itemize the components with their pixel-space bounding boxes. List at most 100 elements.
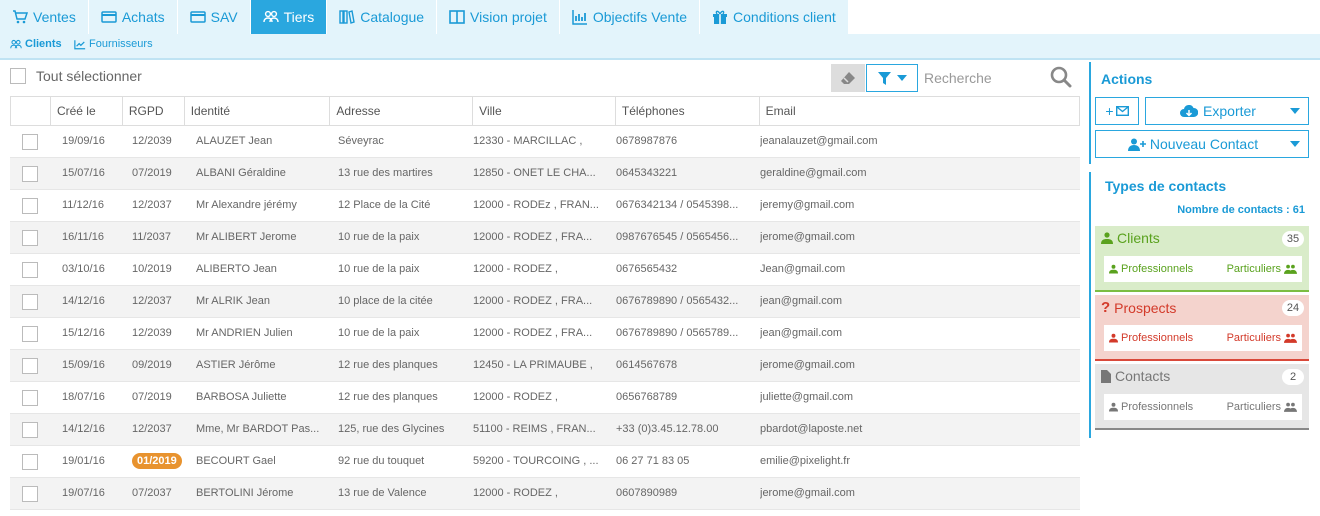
cell-email: jean@gmail.com — [760, 295, 843, 307]
table-row[interactable]: 18/07/16 07/2019 BARBOSA Juliette 12 rue de… — [10, 382, 1080, 414]
row-checkbox[interactable] — [22, 325, 38, 342]
user-icon — [1109, 264, 1118, 274]
table-row[interactable]: 15/07/16 07/2019 ALBANI Géraldine 13 rue de… — [10, 158, 1080, 190]
cell-city: 12330 - MARCILLAC , — [473, 135, 583, 147]
table-row[interactable]: 15/09/16 09/2019 ASTIER Jérôme 12 rue des p… — [10, 350, 1080, 382]
select-all-checkbox[interactable] — [10, 68, 26, 84]
cell-city: 12000 - RODEZ , — [473, 263, 558, 275]
cell-phones: 0676565432 — [616, 263, 678, 275]
particuliers-link[interactable]: Particuliers — [1227, 263, 1297, 275]
search-icon[interactable] — [1050, 66, 1072, 88]
users-icon — [1284, 402, 1297, 412]
users-icon — [262, 9, 279, 25]
export-label: Exporter — [1203, 103, 1256, 119]
tab-tiers[interactable]: Tiers — [250, 0, 327, 34]
table-row[interactable]: 16/11/16 11/2037 Mr ALIBERT Jerome 10 rue d… — [10, 222, 1080, 254]
panel-divider — [1089, 62, 1091, 164]
table-row[interactable]: 11/12/16 12/2037 Mr Alexandre jérémy 12 Pla… — [10, 190, 1080, 222]
table-body: 19/09/16 12/2039 ALAUZET Jean Séveyrac 12330… — [10, 126, 1080, 510]
column-header-address[interactable]: Adresse — [330, 97, 474, 125]
table-row[interactable]: 14/12/16 12/2037 Mme, Mr BARDOT Pas... 125,… — [10, 414, 1080, 446]
tab-achats[interactable]: Achats — [88, 0, 177, 34]
table-row[interactable]: 14/12/16 12/2037 Mr ALRIK Jean 10 place de … — [10, 286, 1080, 318]
row-select-cell — [10, 126, 50, 157]
particuliers-link[interactable]: Particuliers — [1227, 401, 1297, 413]
clear-filter-button[interactable] — [831, 64, 865, 92]
professionnels-link[interactable]: Professionnels — [1109, 401, 1193, 413]
cell-city: 12000 - RODEz , FRAN... — [473, 199, 599, 211]
new-contact-button[interactable]: Nouveau Contact — [1095, 130, 1309, 158]
tab-vision-projet[interactable]: Vision projet — [437, 0, 559, 34]
cell-identity: Mme, Mr BARDOT Pas... — [196, 423, 320, 435]
cell-address: 10 rue de la paix — [338, 231, 420, 243]
card-title[interactable]: Contacts — [1101, 368, 1170, 384]
tab-label: Tiers — [283, 9, 315, 25]
cell-email: jerome@gmail.com — [760, 487, 855, 499]
tab-ventes[interactable]: Ventes — [0, 0, 88, 34]
card-title[interactable]: Clients — [1101, 230, 1160, 246]
tab-objectifs-vente[interactable]: Objectifs Vente — [559, 0, 700, 34]
card-label: Prospects — [1114, 299, 1177, 316]
export-button[interactable]: Exporter — [1145, 97, 1309, 125]
column-header-email[interactable]: Email — [760, 97, 1079, 125]
column-header-phones[interactable]: Téléphones — [616, 97, 760, 125]
filter-button[interactable] — [866, 64, 918, 92]
row-checkbox[interactable] — [22, 421, 38, 438]
tab-conditions-client[interactable]: Conditions client — [700, 0, 848, 34]
cell-email: geraldine@gmail.com — [760, 167, 867, 179]
card-subfilters: Professionnels Particuliers — [1104, 394, 1302, 420]
cell-created: 19/07/16 — [62, 487, 105, 499]
card-subfilters: Professionnels Particuliers — [1104, 256, 1302, 282]
row-checkbox[interactable] — [22, 229, 38, 246]
row-select-cell — [10, 414, 50, 445]
rgpd-expired-badge: 01/2019 — [132, 453, 182, 469]
professionnels-link[interactable]: Professionnels — [1109, 263, 1193, 275]
cell-rgpd: 12/2037 — [132, 199, 172, 211]
table-row[interactable]: 15/12/16 12/2039 Mr ANDRIEN Julien 10 rue d… — [10, 318, 1080, 350]
table-row[interactable]: 19/07/16 07/2037 BERTOLINI Jérome 13 rue de… — [10, 478, 1080, 510]
row-checkbox[interactable] — [22, 485, 38, 502]
row-checkbox[interactable] — [22, 357, 38, 374]
column-header-identity[interactable]: Identité — [185, 97, 331, 125]
card-count-badge: 35 — [1282, 231, 1304, 247]
subtab-fournisseurs[interactable]: Fournisseurs — [74, 38, 153, 50]
table-row[interactable]: 19/01/16 01/2019 BECOURT Gael 92 rue du tou… — [10, 446, 1080, 478]
column-header-created[interactable]: Créé le — [51, 97, 123, 125]
row-checkbox[interactable] — [22, 165, 38, 182]
cell-identity: BECOURT Gael — [196, 455, 276, 467]
row-checkbox[interactable] — [22, 261, 38, 278]
particuliers-link[interactable]: Particuliers — [1227, 332, 1297, 344]
card-title[interactable]: ? Prospects — [1101, 299, 1176, 316]
cell-rgpd: 10/2019 — [132, 263, 172, 275]
row-checkbox[interactable] — [22, 133, 38, 150]
cell-email: juliette@gmail.com — [760, 391, 854, 403]
professionnels-link[interactable]: Professionnels — [1109, 332, 1193, 344]
contact-type-card-contacts[interactable]: Contacts 2 Professionnels Particuliers — [1095, 364, 1309, 430]
row-checkbox[interactable] — [22, 293, 38, 310]
cell-rgpd: 01/2019 — [122, 446, 184, 477]
row-checkbox[interactable] — [22, 453, 38, 470]
contact-count-row: Nombre de contacts : 61 — [1095, 200, 1309, 222]
row-checkbox[interactable] — [22, 389, 38, 406]
subtab-clients[interactable]: Clients — [10, 38, 62, 50]
contact-type-card-clients[interactable]: Clients 35 Professionnels Particuliers — [1095, 226, 1309, 292]
tab-catalogue[interactable]: Catalogue — [327, 0, 437, 34]
column-header-city[interactable]: Ville — [473, 97, 616, 125]
column-header-rgpd[interactable]: RGPD — [123, 97, 185, 125]
row-checkbox[interactable] — [22, 197, 38, 214]
cell-email: pbardot@laposte.net — [760, 423, 863, 435]
users-icon — [1284, 333, 1297, 343]
question-icon: ? — [1101, 299, 1111, 316]
table-row[interactable]: 19/09/16 12/2039 ALAUZET Jean Séveyrac 12330… — [10, 126, 1080, 158]
contact-type-card-prospects[interactable]: ? Prospects 24 Professionnels Particuliers — [1095, 295, 1309, 361]
tab-label: Objectifs Vente — [592, 9, 688, 25]
table-row[interactable]: 03/10/16 10/2019 ALIBERTO Jean 10 rue de la… — [10, 254, 1080, 286]
cell-rgpd: 11/2037 — [132, 231, 171, 243]
professionnels-label: Professionnels — [1121, 401, 1194, 413]
subtab-label: Fournisseurs — [89, 38, 153, 50]
select-all[interactable]: Tout sélectionner — [10, 68, 142, 84]
cell-identity: ALBANI Géraldine — [196, 167, 286, 179]
email-button[interactable]: + — [1095, 97, 1139, 125]
tab-sav[interactable]: SAV — [177, 0, 250, 34]
cell-address: 13 rue des martires — [338, 167, 433, 179]
